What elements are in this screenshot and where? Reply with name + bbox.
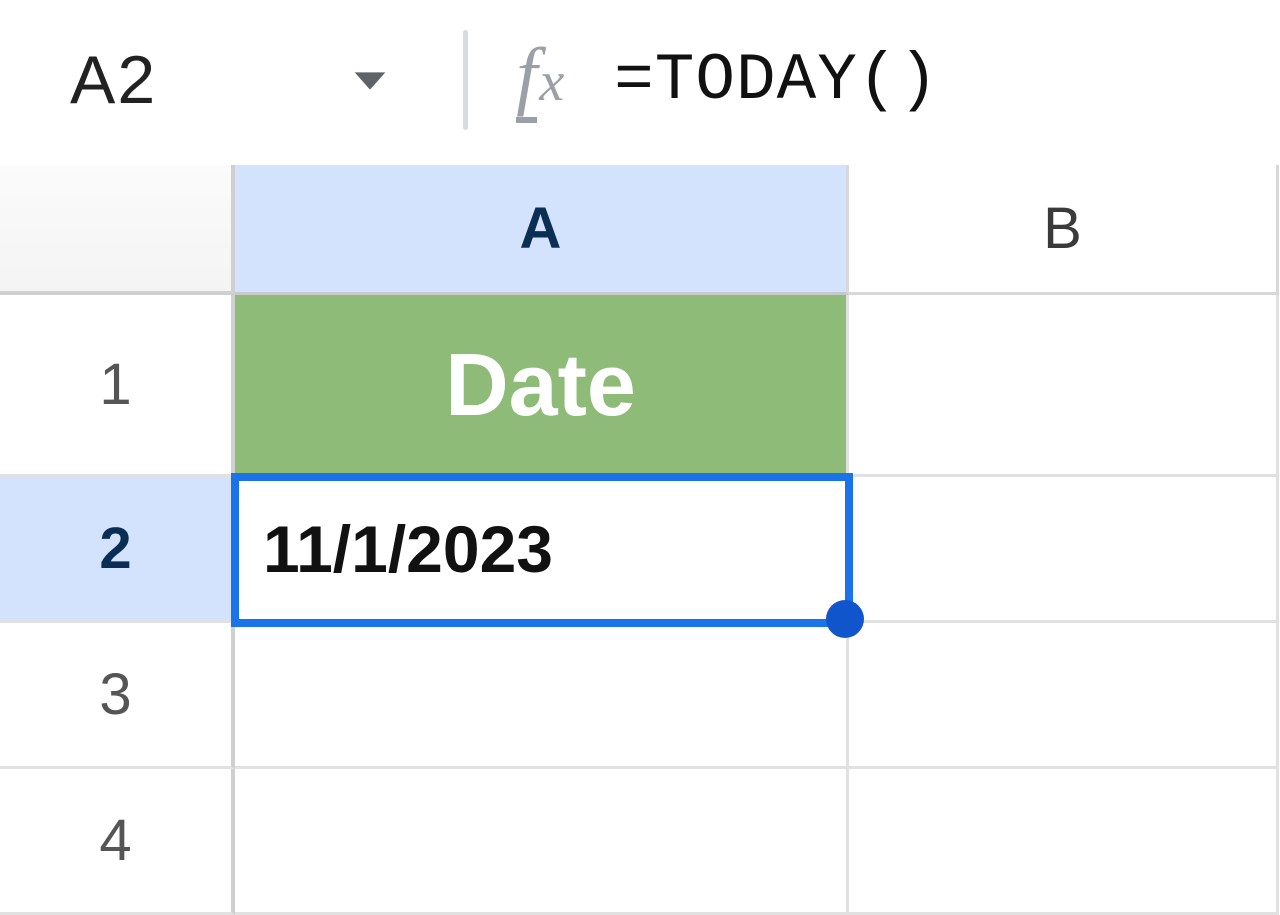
cell-B1[interactable]	[849, 295, 1279, 477]
formula-input[interactable]: =TODAY()	[614, 43, 939, 118]
cell-value: Date	[445, 334, 636, 436]
column-header-A[interactable]: A	[235, 165, 849, 295]
formula-bar-divider	[463, 30, 468, 130]
formula-bar: A2 fx =TODAY()	[0, 0, 1280, 160]
row-label: 4	[99, 807, 131, 874]
cell-A3[interactable]	[235, 623, 849, 769]
cell-A4[interactable]	[235, 769, 849, 915]
name-box-dropdown[interactable]	[347, 57, 393, 103]
cell-B3[interactable]	[849, 623, 1279, 769]
column-label: B	[1043, 195, 1082, 262]
cell-A1[interactable]: Date	[235, 295, 849, 477]
row-label: 3	[99, 661, 131, 728]
row-label: 1	[99, 351, 131, 418]
cell-B2[interactable]	[849, 477, 1279, 623]
row-3: 3	[0, 623, 1279, 769]
row-2: 2 11/1/2023	[0, 477, 1279, 623]
column-header-row: A B	[0, 165, 1279, 295]
row-header-4[interactable]: 4	[0, 769, 235, 915]
chevron-down-icon	[347, 57, 393, 103]
spreadsheet-grid: A B 1 Date 2 11/1/2023 3 4	[0, 165, 1279, 915]
column-label: A	[520, 195, 562, 262]
row-header-1[interactable]: 1	[0, 295, 235, 477]
row-1: 1 Date	[0, 295, 1279, 477]
row-header-2[interactable]: 2	[0, 477, 235, 623]
column-header-B[interactable]: B	[849, 165, 1279, 295]
cell-value: 11/1/2023	[263, 511, 553, 587]
name-box[interactable]: A2	[70, 41, 157, 119]
cell-B4[interactable]	[849, 769, 1279, 915]
row-4: 4	[0, 769, 1279, 915]
cell-A2[interactable]: 11/1/2023	[235, 477, 849, 623]
row-label: 2	[99, 515, 131, 582]
row-header-3[interactable]: 3	[0, 623, 235, 769]
fx-icon: fx	[516, 37, 564, 123]
select-all-corner[interactable]	[0, 165, 235, 295]
